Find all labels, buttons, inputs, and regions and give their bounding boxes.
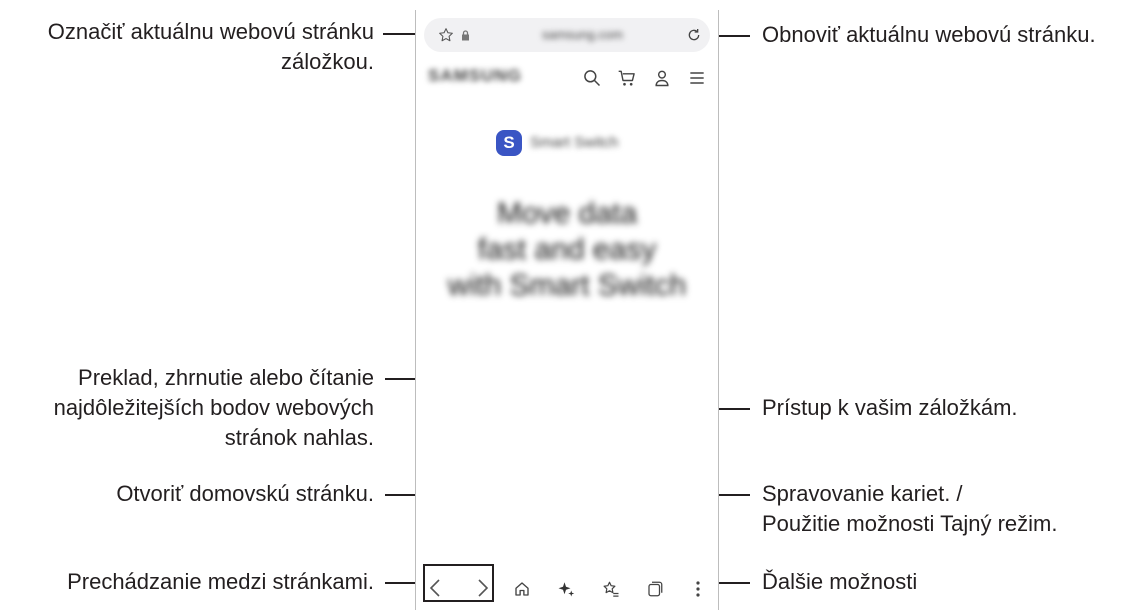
callout-bookmark-page: Označiť aktuálnu webovú stránku záložkou… [47, 19, 374, 74]
callout-refresh: Obnoviť aktuálnu webovú stránku. [762, 22, 1096, 47]
callout-more: Ďalšie možnosti [762, 569, 918, 594]
hamburger-icon[interactable] [687, 68, 707, 88]
callout-navigate: Prechádzanie medzi stránkami. [67, 569, 374, 594]
address-bar[interactable]: samsung.com [424, 18, 710, 52]
url-text[interactable]: samsung.com [542, 27, 623, 42]
sparkle-icon[interactable] [557, 580, 575, 598]
cart-icon[interactable] [617, 68, 637, 88]
star-outline-icon[interactable] [438, 27, 454, 43]
app-name: Smart Switch [530, 134, 619, 151]
callout-bookmarks: Prístup k vašim záložkám. [762, 395, 1018, 420]
tabs-icon[interactable] [646, 580, 664, 598]
vertical-dots-icon[interactable] [695, 580, 701, 598]
site-logo[interactable]: SAMSUNG [428, 66, 522, 86]
callout-tabs: Spravovanie kariet. / Použitie možnosti … [762, 481, 1058, 536]
browser-screen: samsung.com SAMSUNG S Smart Switch Move … [415, 10, 719, 610]
app-badge: S [496, 130, 522, 156]
search-icon[interactable] [582, 68, 602, 88]
home-icon[interactable] [513, 580, 531, 598]
nav-buttons-highlight [423, 564, 494, 602]
person-icon[interactable] [652, 68, 672, 88]
refresh-icon[interactable] [686, 27, 702, 43]
star-list-icon[interactable] [602, 580, 620, 598]
callout-summary: Preklad, zhrnutie alebo čítanie najdôlež… [53, 365, 374, 450]
lock-icon [462, 30, 469, 41]
callout-home: Otvoriť domovskú stránku. [116, 481, 374, 506]
hero-heading: Move data fast and easy with Smart Switc… [447, 197, 687, 302]
